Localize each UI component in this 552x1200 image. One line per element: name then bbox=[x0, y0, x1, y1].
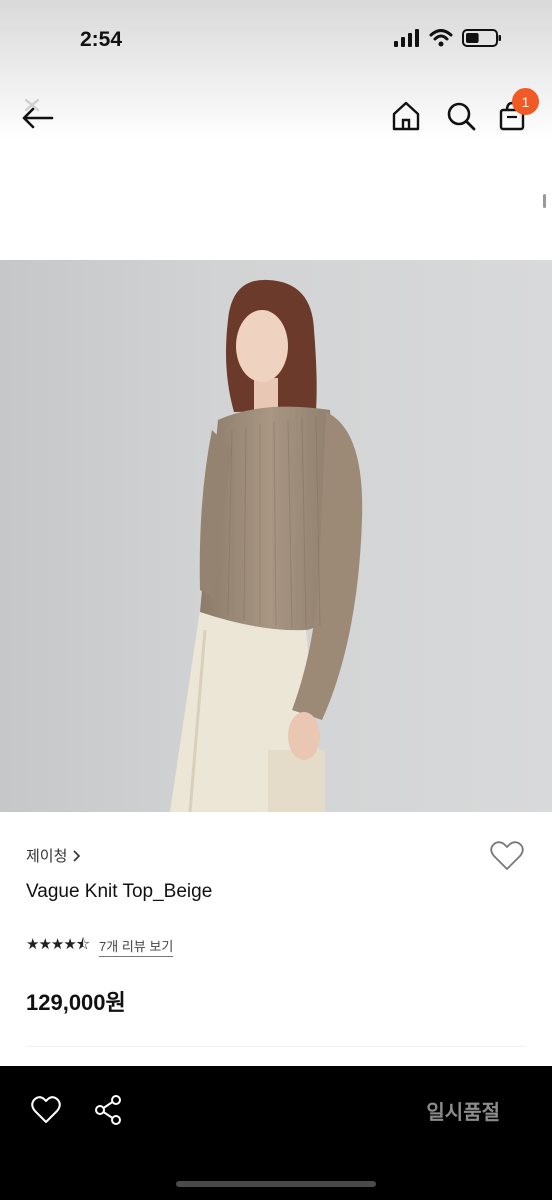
back-arrow-icon[interactable] bbox=[18, 96, 58, 136]
star-full-icon: ★ bbox=[63, 936, 76, 953]
search-icon[interactable] bbox=[445, 100, 477, 132]
rating-stars: ★★★★⯪ bbox=[26, 934, 90, 959]
home-icon[interactable] bbox=[390, 100, 422, 132]
scroll-indicator[interactable] bbox=[543, 194, 546, 208]
brand-link[interactable]: 제이청 bbox=[26, 845, 81, 866]
home-indicator[interactable] bbox=[176, 1181, 376, 1187]
battery-icon bbox=[462, 29, 501, 47]
sold-out-button[interactable]: 일시품절 bbox=[426, 1096, 500, 1125]
heart-outline-icon[interactable] bbox=[30, 1094, 62, 1126]
rating: ★★★★⯪ 7개 리뷰 보기 bbox=[26, 934, 174, 959]
star-half-icon: ⯪ bbox=[75, 936, 90, 953]
review-link[interactable]: 7개 리뷰 보기 bbox=[99, 936, 174, 957]
brand-name: 제이청 bbox=[26, 848, 68, 865]
chevron-right-icon bbox=[73, 849, 81, 862]
bottom-bar bbox=[0, 1066, 552, 1200]
star-full-icon: ★ bbox=[26, 936, 39, 953]
share-icon[interactable] bbox=[92, 1094, 124, 1126]
star-full-icon: ★ bbox=[50, 936, 64, 953]
divider bbox=[26, 1046, 526, 1047]
product-name: Vague Knit Top_Beige bbox=[26, 881, 213, 902]
heart-outline-icon[interactable] bbox=[489, 840, 525, 872]
star-full-icon: ★ bbox=[38, 936, 51, 953]
cart-count-badge: 1 bbox=[512, 88, 539, 115]
model-illustration bbox=[170, 279, 363, 812]
wifi-icon bbox=[429, 29, 453, 47]
product-price: 129,000원 bbox=[26, 990, 126, 1015]
status-icons bbox=[394, 29, 502, 47]
status-time: 2:54 bbox=[80, 28, 123, 51]
signal-icon bbox=[394, 29, 419, 47]
product-image[interactable] bbox=[0, 260, 552, 812]
